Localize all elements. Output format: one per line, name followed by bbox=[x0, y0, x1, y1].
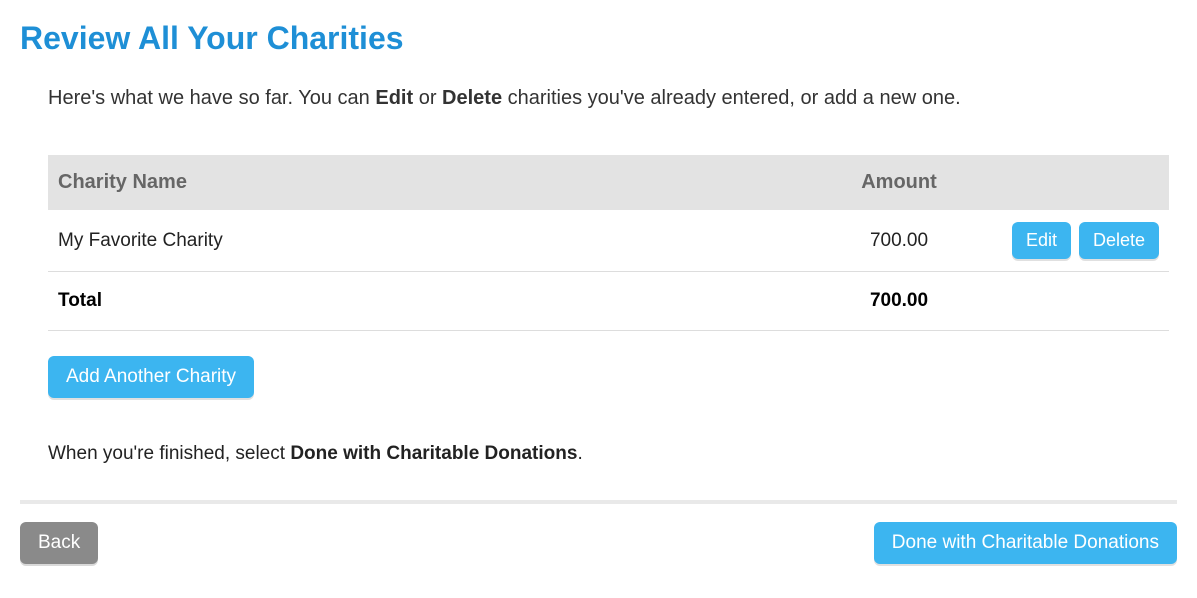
divider bbox=[20, 500, 1177, 504]
charities-table: Charity Name Amount My Favorite Charity … bbox=[48, 155, 1169, 331]
intro-text-2: or bbox=[413, 87, 442, 109]
finish-text-1: When you're finished, select bbox=[48, 443, 290, 464]
back-button[interactable]: Back bbox=[20, 522, 98, 564]
intro-text-1: Here's what we have so far. You can bbox=[48, 87, 375, 109]
intro-paragraph: Here's what we have so far. You can Edit… bbox=[48, 87, 1169, 110]
charity-name-cell: My Favorite Charity bbox=[58, 230, 799, 252]
total-amount: 700.00 bbox=[799, 290, 999, 312]
add-another-charity-button[interactable]: Add Another Charity bbox=[48, 356, 254, 398]
total-row: Total 700.00 bbox=[48, 272, 1169, 331]
intro-bold-delete: Delete bbox=[442, 87, 502, 109]
charity-amount-cell: 700.00 bbox=[799, 230, 999, 252]
finish-bold: Done with Charitable Donations bbox=[290, 443, 577, 464]
table-row: My Favorite Charity 700.00 Edit Delete bbox=[48, 210, 1169, 272]
intro-text-3: charities you've already entered, or add… bbox=[502, 87, 961, 109]
page-title: Review All Your Charities bbox=[20, 20, 1177, 57]
done-button[interactable]: Done with Charitable Donations bbox=[874, 522, 1177, 564]
column-header-amount: Amount bbox=[799, 171, 999, 194]
table-header-row: Charity Name Amount bbox=[48, 155, 1169, 210]
footer-nav: Back Done with Charitable Donations bbox=[20, 522, 1177, 564]
intro-bold-edit: Edit bbox=[375, 87, 413, 109]
edit-button[interactable]: Edit bbox=[1012, 222, 1071, 259]
delete-button[interactable]: Delete bbox=[1079, 222, 1159, 259]
total-label: Total bbox=[58, 290, 799, 312]
column-header-charity-name: Charity Name bbox=[58, 171, 799, 194]
finish-text-2: . bbox=[577, 443, 582, 464]
finish-paragraph: When you're finished, select Done with C… bbox=[48, 443, 1169, 465]
column-header-actions bbox=[999, 171, 1159, 194]
